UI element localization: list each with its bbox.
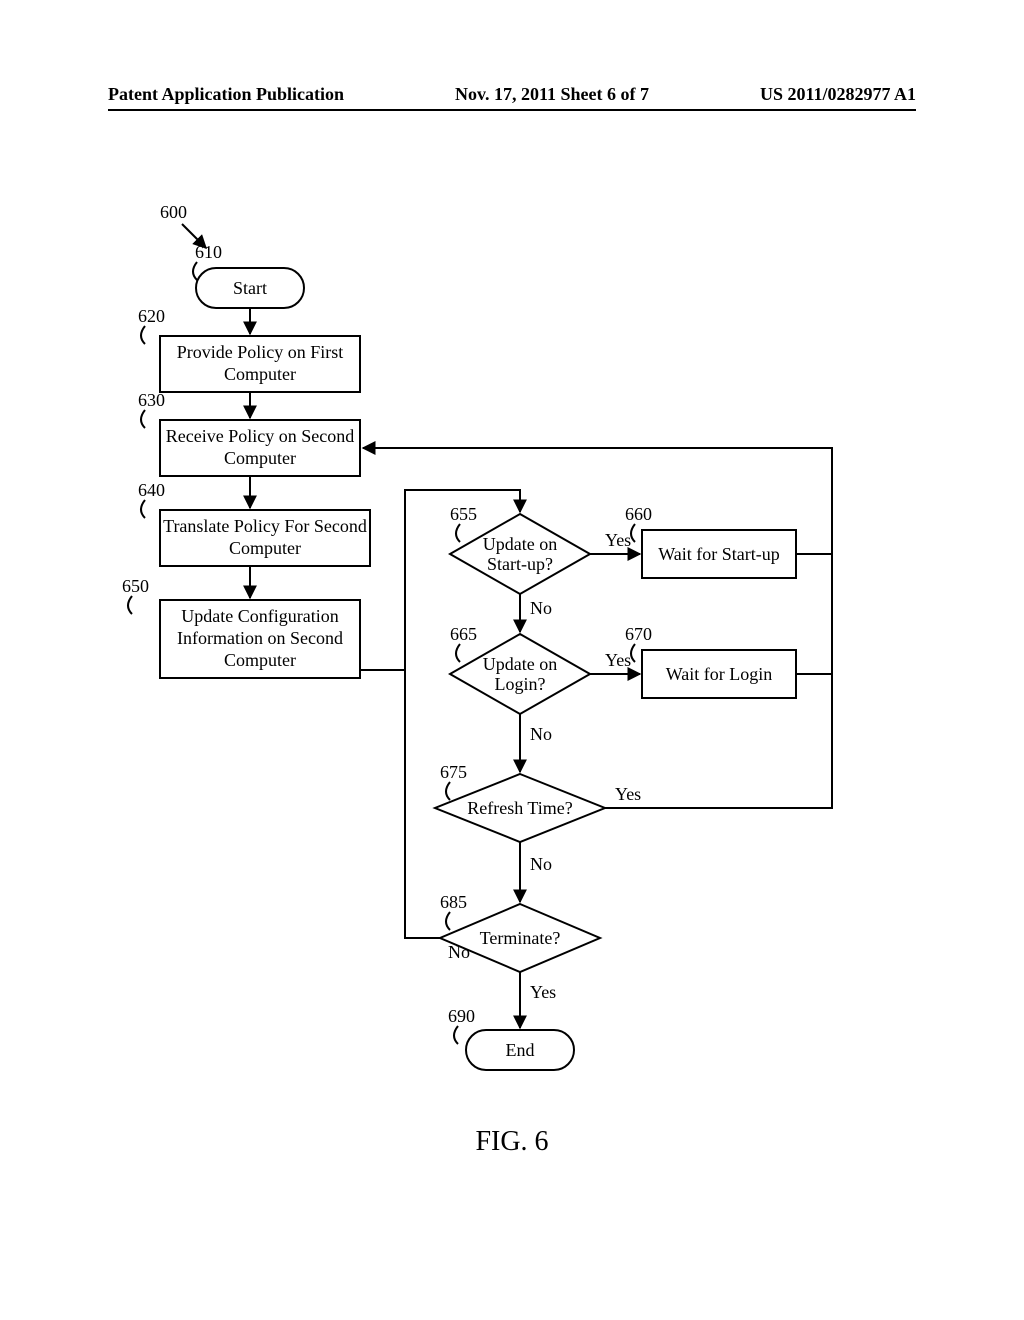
svg-text:Receive Policy on Second: Receive Policy on Second <box>166 426 354 446</box>
ref-685: 685 <box>440 892 467 912</box>
svg-text:Update on: Update on <box>483 534 557 554</box>
node-translate-policy: Translate Policy For Second Computer <box>160 510 370 566</box>
svg-text:Update Configuration: Update Configuration <box>181 606 338 626</box>
ref-665: 665 <box>450 624 477 644</box>
ref-620: 620 <box>138 306 165 326</box>
svg-text:Computer: Computer <box>224 448 296 468</box>
svg-text:Provide Policy on First: Provide Policy on First <box>177 342 344 362</box>
node-end: End <box>466 1030 574 1070</box>
label-no-655: No <box>530 598 552 618</box>
svg-text:Computer: Computer <box>224 364 296 384</box>
ref-670: 670 <box>625 624 652 644</box>
label-yes-655: Yes <box>605 530 631 550</box>
node-refresh-time: Refresh Time? <box>435 774 605 842</box>
node-receive-policy: Receive Policy on Second Computer <box>160 420 360 476</box>
node-start: Start <box>196 268 304 308</box>
svg-text:End: End <box>506 1040 535 1060</box>
flowchart-svg: 600 Start 610 Provide Policy on First Co… <box>0 0 1024 1320</box>
ref-690: 690 <box>448 1006 475 1026</box>
node-update-config: Update Configuration Information on Seco… <box>160 600 360 678</box>
label-no-685: No <box>448 942 470 962</box>
label-yes-685: Yes <box>530 982 556 1002</box>
svg-text:Start-up?: Start-up? <box>487 554 553 574</box>
figure-caption: FIG. 6 <box>0 1126 1024 1158</box>
ref-640: 640 <box>138 480 165 500</box>
svg-text:Computer: Computer <box>224 650 296 670</box>
label-yes-665: Yes <box>605 650 631 670</box>
svg-text:Terminate?: Terminate? <box>480 928 561 948</box>
svg-text:Translate Policy For Second: Translate Policy For Second <box>163 516 367 536</box>
ref-660: 660 <box>625 504 652 524</box>
svg-text:Wait for Start-up: Wait for Start-up <box>658 544 780 564</box>
svg-text:Computer: Computer <box>229 538 301 558</box>
node-wait-startup: Wait for Start-up <box>642 530 796 578</box>
svg-text:Wait for Login: Wait for Login <box>666 664 773 684</box>
node-update-login: Update on Login? <box>450 634 590 714</box>
svg-text:Start: Start <box>233 278 267 298</box>
ref-675: 675 <box>440 762 467 782</box>
ref-630: 630 <box>138 390 165 410</box>
label-no-665: No <box>530 724 552 744</box>
label-yes-675: Yes <box>615 784 641 804</box>
ref-600: 600 <box>160 202 187 222</box>
node-wait-login: Wait for Login <box>642 650 796 698</box>
ref-655: 655 <box>450 504 477 524</box>
svg-text:Information on Second: Information on Second <box>177 628 343 648</box>
node-provide-policy: Provide Policy on First Computer <box>160 336 360 392</box>
node-update-startup: Update on Start-up? <box>450 514 590 594</box>
svg-text:Update on: Update on <box>483 654 557 674</box>
label-no-675: No <box>530 854 552 874</box>
ref-610: 610 <box>195 242 222 262</box>
svg-text:Refresh Time?: Refresh Time? <box>467 798 573 818</box>
svg-text:Login?: Login? <box>495 674 546 694</box>
ref-650: 650 <box>122 576 149 596</box>
